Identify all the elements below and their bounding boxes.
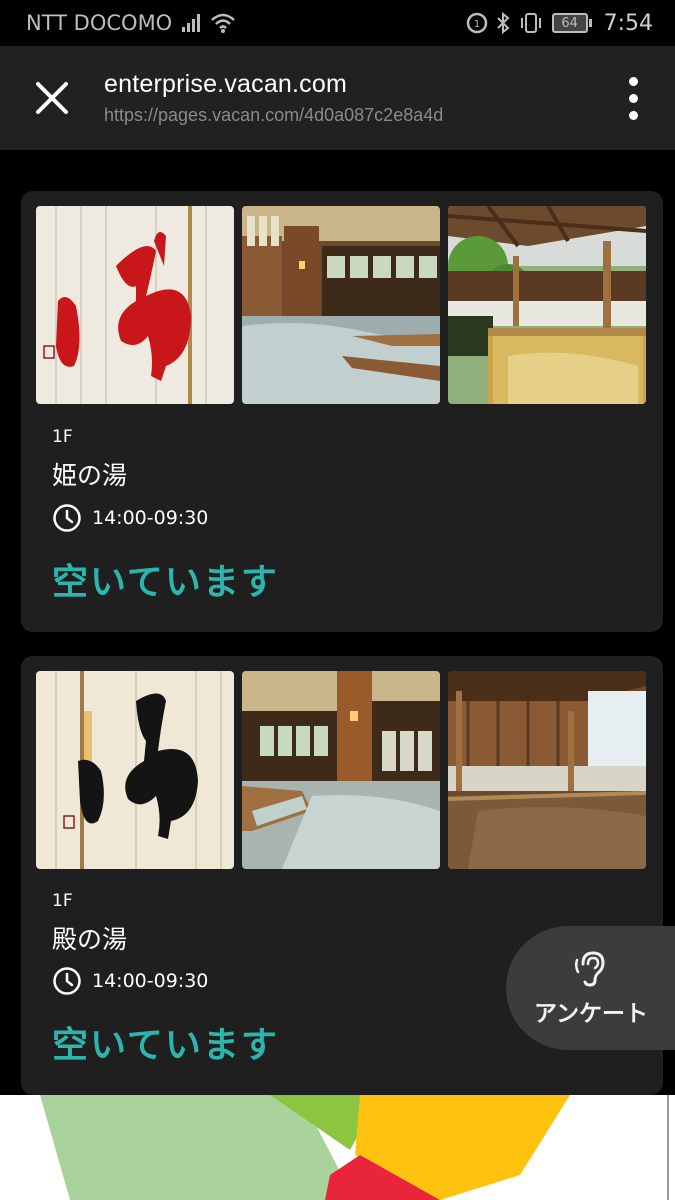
bath-card-hime[interactable]: 1F 姫の湯 14:00-09:30 空いています [21,191,663,632]
bottom-banner-image [0,1095,675,1200]
browser-toolbar: enterprise.vacan.com https://pages.vacan… [0,46,675,150]
noren-curtain-photo[interactable] [36,671,234,869]
outdoor-bath-photo[interactable] [448,206,646,404]
clock: 7:54 [603,10,653,36]
hours-text: 14:00-09:30 [92,970,209,992]
clock-icon [53,967,81,995]
battery-level: 64 [551,13,588,33]
vacancy-status: 空いています [52,1025,279,1066]
vacancy-status: 空いています [52,562,279,603]
indoor-bath-photo[interactable] [242,206,440,404]
close-button[interactable] [0,46,104,150]
bath-name: 殿の湯 [52,925,128,954]
more-vert-icon [628,76,638,86]
url-display[interactable]: enterprise.vacan.com https://pages.vacan… [104,70,591,126]
page-url: https://pages.vacan.com/4d0a087c2e8a4d [104,105,444,125]
survey-button[interactable]: アンケート [506,926,675,1050]
page-domain: enterprise.vacan.com [104,70,348,98]
bath-name: 姫の湯 [52,461,128,490]
noren-curtain-photo[interactable] [36,206,234,404]
close-icon [36,82,68,114]
opening-hours: 14:00-09:30 [52,503,208,533]
carrier-name: NTT DOCOMO [26,11,173,35]
floor-label: 1F [52,427,73,447]
clock-icon [53,504,81,532]
svg-text:1: 1 [473,19,479,30]
photo-strip [36,206,646,404]
wifi-icon [211,13,236,33]
survey-label: アンケート [533,1001,649,1027]
more-options-button[interactable] [591,46,675,150]
bluetooth-icon [496,12,510,34]
floor-label: 1F [52,891,73,911]
signal-icon [182,14,201,32]
ear-icon [574,951,605,987]
outdoor-bath-photo[interactable] [448,671,646,869]
vibrate-icon [520,13,541,33]
data-saver-icon: 1 [466,12,487,34]
status-bar: NTT DOCOMO 1 64 7:54 [0,0,675,46]
battery-icon: 64 [551,13,592,33]
hours-text: 14:00-09:30 [92,507,209,529]
indoor-bath-photo[interactable] [242,671,440,869]
opening-hours: 14:00-09:30 [52,966,208,996]
photo-strip [36,671,646,869]
